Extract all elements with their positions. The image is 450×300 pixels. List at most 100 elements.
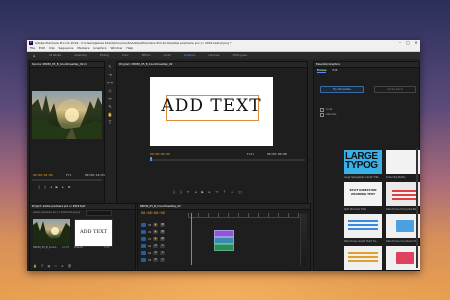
track-v2[interactable]: V2 🔒 👁 [141, 229, 166, 235]
hand-tool-icon[interactable]: ✋ [108, 112, 113, 117]
video-clip[interactable] [214, 237, 234, 244]
track-a1[interactable]: A1 M S [141, 243, 166, 249]
graphic-clip[interactable] [214, 230, 234, 237]
step-back-icon[interactable]: ◂ [195, 190, 197, 194]
icon-view-icon[interactable]: ▦ [47, 264, 50, 268]
track-a2[interactable]: A2 M S [141, 250, 166, 256]
workspace-tab-graphics[interactable]: Graphics [184, 54, 195, 57]
workspace-tab[interactable]: Audio [164, 54, 171, 57]
close-icon[interactable]: ✕ [412, 40, 420, 46]
menu-help[interactable]: Help [126, 46, 133, 51]
trash-icon[interactable]: 🗑 [68, 264, 72, 268]
menu-graphics[interactable]: Graphics [93, 46, 106, 51]
template-item[interactable]: SPLIT DIRECTION ZOOMING TEXT [344, 182, 382, 206]
template-item[interactable] [344, 246, 382, 270]
edit-tab[interactable]: Edit [332, 69, 337, 73]
export-frame-icon[interactable]: ◫ [238, 190, 241, 194]
go-to-out-icon[interactable]: ⇥ [215, 190, 218, 194]
project-search-input[interactable] [86, 210, 112, 216]
browse-tab[interactable]: Browse [317, 69, 327, 73]
home-icon[interactable]: ⌂ [33, 53, 37, 58]
audio-clip[interactable] [214, 244, 234, 251]
lock-track-icon[interactable]: 🔒 [153, 237, 159, 241]
go-to-in-icon[interactable]: ⇤ [187, 190, 190, 194]
razor-tool-icon[interactable]: ◇ [108, 88, 111, 93]
workspace-tab[interactable]: Libraries [208, 54, 219, 57]
timeline-tab[interactable]: 08030_05_B_Countmeadley_02 [138, 204, 310, 210]
add-text-title[interactable]: ADD TEXT [150, 96, 273, 116]
track-v3[interactable]: V3 🔒 👁 [141, 222, 166, 228]
source-fit-select[interactable]: Fit [66, 173, 71, 177]
insert-icon[interactable]: ⊞ [68, 185, 71, 189]
track-target-icon[interactable] [141, 258, 146, 262]
play-icon[interactable]: ▶ [201, 190, 203, 194]
maximize-icon[interactable]: □ [404, 40, 412, 46]
playhead-marker[interactable] [150, 157, 152, 161]
template-item[interactable] [386, 182, 420, 206]
workspace-tab[interactable]: All Panels [49, 54, 61, 57]
essential-graphics-tab[interactable]: Essential Graphics [314, 62, 419, 68]
lift-icon[interactable]: ⇡ [223, 190, 226, 194]
template-item[interactable] [386, 150, 420, 174]
source-scrubber[interactable] [32, 179, 102, 181]
new-item-icon[interactable]: ⊕ [61, 264, 64, 268]
solo-icon[interactable]: S [160, 258, 166, 262]
menu-edit[interactable]: Edit [39, 46, 45, 51]
workspace-tab[interactable]: Effects [142, 54, 151, 57]
menu-clip[interactable]: Clip [49, 46, 55, 51]
track-select-tool-icon[interactable]: ⇥ [108, 72, 111, 77]
eye-icon[interactable]: 👁 [160, 230, 166, 234]
mute-icon[interactable]: M [153, 258, 159, 262]
selection-tool-icon[interactable]: ↖ [108, 64, 111, 69]
list-view-icon[interactable]: ☰ [41, 264, 44, 268]
ripple-edit-tool-icon[interactable]: ⟷ [107, 80, 113, 85]
menu-file[interactable]: File [30, 46, 35, 51]
project-tab[interactable]: Project: adobe premiere pro cc 2019 text [30, 204, 135, 210]
adobe-stock-button[interactable]: Adobe Stock [374, 86, 416, 93]
workspace-tab[interactable]: Editing.exe [233, 54, 247, 57]
program-scrubber[interactable] [150, 159, 305, 161]
eye-icon[interactable]: 👁 [160, 223, 166, 227]
mark-out-icon[interactable]: } [180, 190, 182, 194]
track-v1[interactable]: V1 🔒 👁 [141, 236, 166, 242]
play-icon[interactable]: ▶ [56, 185, 58, 189]
project-item[interactable] [33, 219, 70, 245]
timeline-ruler[interactable] [188, 213, 302, 218]
lock-track-icon[interactable]: 🔒 [153, 230, 159, 234]
menu-markers[interactable]: Markers [77, 46, 89, 51]
timeline-playhead[interactable] [191, 213, 192, 265]
extract-icon[interactable]: ⇣ [231, 190, 234, 194]
workspace-tab[interactable]: Assembly [74, 54, 87, 57]
templates-dropdown[interactable]: My Templates [320, 86, 364, 93]
mute-icon[interactable]: M [153, 251, 159, 255]
mark-in-icon[interactable]: { [173, 190, 175, 194]
template-item[interactable]: LARGE TYPOG [344, 150, 382, 174]
solo-icon[interactable]: S [160, 251, 166, 255]
libraries-checkbox[interactable]: Libraries [320, 112, 336, 117]
lock-track-icon[interactable]: 🔒 [153, 223, 159, 227]
workspace-tab[interactable]: Editing [100, 54, 109, 57]
minimize-icon[interactable]: – [396, 40, 404, 46]
new-bin-icon[interactable]: ▭ [54, 264, 57, 268]
source-tab[interactable]: Source: 08030_05_B_Countmeadley_02.m [30, 62, 104, 68]
project-item[interactable]: ADD TEXT [74, 219, 113, 247]
menu-sequence[interactable]: Sequence [59, 46, 74, 51]
template-item[interactable] [344, 214, 382, 238]
track-target-icon[interactable] [141, 230, 146, 234]
track-target-icon[interactable] [141, 251, 146, 255]
program-canvas[interactable]: ADD TEXT [150, 77, 273, 146]
lock-icon[interactable]: 🔒 [33, 264, 37, 268]
menu-window[interactable]: Window [111, 46, 123, 51]
track-target-icon[interactable] [141, 237, 146, 241]
mute-icon[interactable]: M [153, 244, 159, 248]
track-target-icon[interactable] [141, 223, 146, 227]
template-item[interactable] [386, 246, 420, 270]
program-fit-select[interactable]: Full [247, 152, 254, 156]
step-forward-icon[interactable]: ▸ [62, 185, 64, 189]
type-tool-icon[interactable]: T [109, 120, 111, 125]
step-back-icon[interactable]: ◂ [50, 185, 52, 189]
mark-in-icon[interactable]: { [38, 185, 40, 189]
mark-out-icon[interactable]: } [44, 185, 46, 189]
track-target-icon[interactable] [141, 244, 146, 248]
track-a3[interactable]: A3 M S [141, 257, 166, 263]
